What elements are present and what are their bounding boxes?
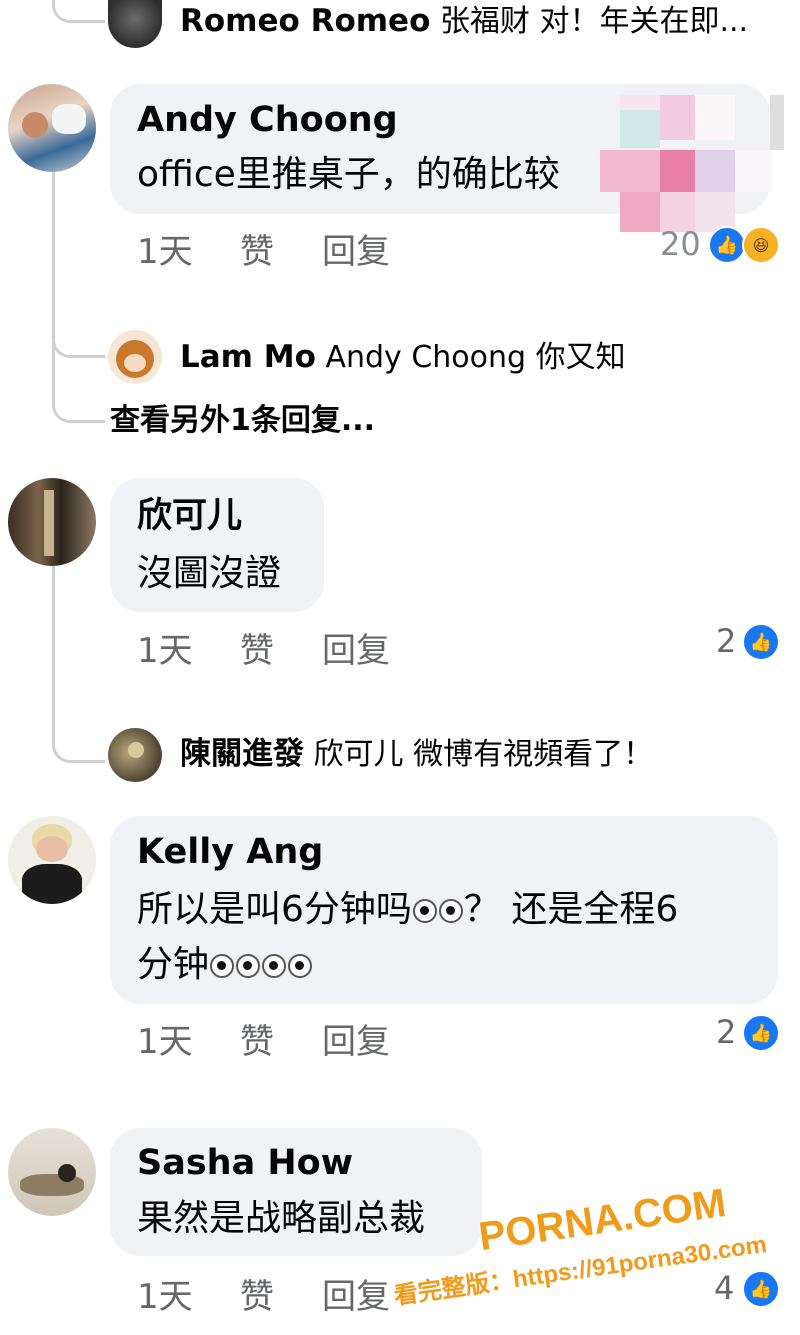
eyes-emoji-icon	[210, 954, 235, 978]
comment-author[interactable]: Sasha How	[137, 1146, 353, 1181]
view-more-replies[interactable]: 查看另外1条回复...	[110, 406, 375, 436]
thread-connector	[52, 310, 105, 358]
comment-author[interactable]: 欣可儿	[137, 499, 242, 534]
like-icon: 👍	[708, 226, 746, 264]
eyes-emoji-icon	[438, 899, 463, 923]
comment-author[interactable]: Kelly Ang	[137, 835, 323, 870]
like-button[interactable]: 赞	[240, 1025, 274, 1059]
avatar[interactable]	[108, 728, 162, 782]
reaction-count[interactable]: 4	[714, 1272, 734, 1304]
thread-connector	[52, 715, 105, 763]
eyes-emoji-icon	[288, 954, 313, 978]
avatar[interactable]	[108, 330, 162, 384]
reply-author[interactable]: Lam Mo	[180, 339, 316, 375]
like-button[interactable]: 赞	[240, 634, 274, 668]
reply-button[interactable]: 回复	[322, 1025, 390, 1059]
eyes-emoji-icon	[236, 954, 261, 978]
comment-text: 果然是战略副总裁	[137, 1198, 426, 1239]
comment-author[interactable]: Andy Choong	[137, 103, 398, 138]
reply-text: 欣可儿 微博有視頻看了！	[313, 737, 654, 772]
comment-text: 所以是叫6分钟吗 ？ 还是全程6	[137, 892, 678, 928]
eyes-emoji-icon	[262, 954, 287, 978]
thread-connector	[52, 370, 105, 423]
like-button[interactable]: 赞	[240, 1280, 274, 1314]
comment-text-part: 分钟	[137, 944, 210, 985]
comment-time[interactable]: 1天	[137, 1280, 193, 1314]
like-icon: 👍	[742, 1014, 780, 1052]
reply-lammo: Lam Mo Andy Choong 你又知	[180, 342, 626, 373]
like-button[interactable]: 赞	[240, 235, 274, 269]
avatar[interactable]	[8, 816, 96, 904]
avatar[interactable]	[8, 1128, 96, 1216]
comment-text: 分钟	[137, 947, 313, 983]
comment-text-part: ？ 还是全程6	[463, 889, 679, 930]
avatar[interactable]	[8, 478, 96, 566]
reply-text: Andy Choong 你又知	[325, 340, 626, 375]
like-icon: 👍	[742, 1270, 780, 1308]
reply-author[interactable]: 陳關進發	[180, 736, 304, 772]
comment-time[interactable]: 1天	[137, 235, 193, 269]
reaction-count[interactable]: 2	[716, 1016, 736, 1048]
reply-button[interactable]: 回复	[322, 235, 390, 269]
reply-chen: 陳關進發 欣可儿 微博有視頻看了！	[180, 739, 653, 770]
eyes-emoji-icon	[412, 899, 437, 923]
comment-time[interactable]: 1天	[137, 634, 193, 668]
haha-icon: 😆	[742, 226, 780, 264]
comment-time[interactable]: 1天	[137, 1025, 193, 1059]
thread-connector	[52, 0, 105, 23]
reply-author[interactable]: Romeo Romeo	[180, 3, 430, 39]
reply-romeo: Romeo Romeo 张福财 对！年关在即...	[180, 6, 748, 37]
reply-button[interactable]: 回复	[322, 1280, 390, 1314]
reply-button[interactable]: 回复	[322, 634, 390, 668]
reaction-count[interactable]: 20	[660, 228, 701, 260]
comment-text: office里推桌子，的确比较	[137, 154, 560, 195]
comment-text-part: 所以是叫6分钟吗	[137, 889, 412, 930]
like-icon: 👍	[742, 623, 780, 661]
avatar[interactable]	[8, 84, 96, 172]
thread-line	[52, 565, 55, 725]
reaction-count[interactable]: 2	[716, 625, 736, 657]
reply-text: 张福财 对！年关在即...	[439, 4, 749, 39]
comment-text: 沒圖沒證	[137, 553, 282, 594]
avatar[interactable]	[108, 0, 162, 48]
